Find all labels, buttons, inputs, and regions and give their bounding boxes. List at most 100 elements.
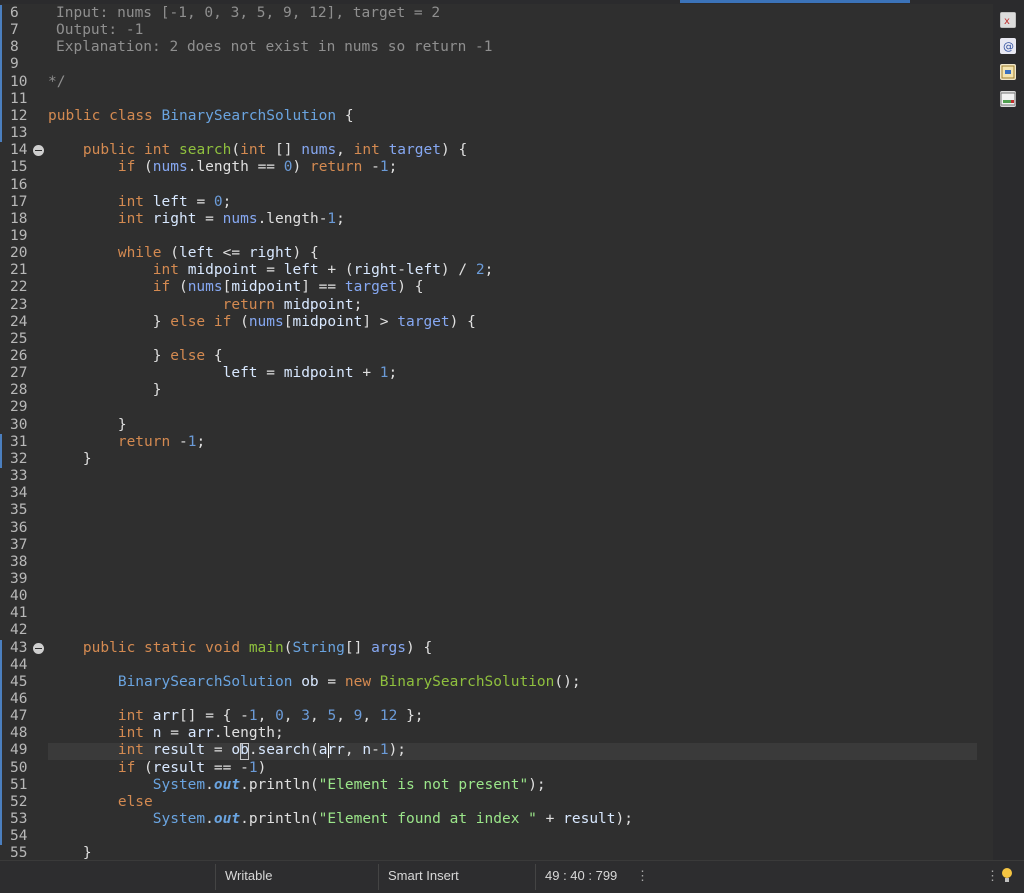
code-line[interactable]: 49 int result = ob.search(arr, n-1); [0, 742, 993, 759]
code-line[interactable]: 41 [0, 605, 993, 622]
code-line[interactable]: 43 public static void main(String[] args… [0, 640, 993, 657]
code-editor[interactable]: 6 Input: nums [-1, 0, 3, 5, 9, 12], targe… [0, 4, 993, 860]
code-line[interactable]: 52 else [0, 794, 993, 811]
line-number: 48 [10, 725, 28, 742]
change-indicator-bar [0, 5, 2, 143]
code-line[interactable]: 19 [0, 228, 993, 245]
status-menu-icon[interactable]: ⋮ [636, 868, 649, 884]
code-line[interactable]: 21 int midpoint = left + (right-left) / … [0, 262, 993, 279]
line-number: 21 [10, 262, 28, 279]
code-text: public static void main(String[] args) { [82, 639, 433, 656]
code-text: System.out.println("Element found at ind… [152, 811, 633, 828]
code-line[interactable]: 40 [0, 588, 993, 605]
code-line[interactable]: 50 if (result == -1) [0, 760, 993, 777]
code-line[interactable]: 32 } [0, 451, 993, 468]
line-number: 25 [10, 330, 28, 347]
line-number: 35 [10, 502, 28, 519]
code-line[interactable]: 46 [0, 691, 993, 708]
code-line[interactable]: 16 [0, 177, 993, 194]
code-line[interactable]: 13 [0, 125, 993, 142]
code-line[interactable]: 45 BinarySearchSolution ob = new BinaryS… [0, 674, 993, 691]
overflow-menu-icon[interactable]: ⋮ [986, 868, 999, 884]
code-line[interactable]: 23 return midpoint; [0, 297, 993, 314]
line-number: 47 [10, 708, 28, 725]
line-number: 31 [10, 433, 28, 450]
code-line[interactable]: 31 return -1; [0, 434, 993, 451]
code-line[interactable]: 9 [0, 56, 993, 73]
line-number: 10 [10, 73, 28, 90]
code-line[interactable]: 33 [0, 468, 993, 485]
error-marker-icon[interactable]: x [1000, 12, 1016, 28]
code-line[interactable]: 28 } [0, 382, 993, 399]
code-line[interactable]: 10 */ [0, 74, 993, 91]
code-line[interactable]: 24 } else if (nums[midpoint] > target) { [0, 314, 993, 331]
code-text: return -1; [117, 433, 206, 450]
status-divider [535, 864, 536, 890]
status-bar: Writable Smart Insert 49 : 40 : 799 ⋮ ⋮ [0, 860, 1024, 893]
declaration-icon[interactable] [1000, 64, 1016, 80]
code-text: int n = arr.length; [117, 725, 284, 742]
code-line[interactable]: 53 System.out.println("Element found at … [0, 811, 993, 828]
change-indicator-bar [0, 433, 2, 469]
console-icon[interactable] [1000, 91, 1016, 107]
line-number: 51 [10, 776, 28, 793]
line-number: 37 [10, 536, 28, 553]
code-line[interactable]: 42 [0, 622, 993, 639]
code-line[interactable]: 25 [0, 331, 993, 348]
code-line[interactable]: 29 [0, 399, 993, 416]
code-line[interactable]: 38 [0, 554, 993, 571]
line-number: 26 [10, 348, 28, 364]
line-number: 23 [10, 296, 28, 313]
code-text: } else { [152, 348, 223, 364]
code-line[interactable]: 39 [0, 571, 993, 588]
code-text: } else if (nums[midpoint] > target) { [152, 313, 476, 330]
code-line[interactable]: 18 int right = nums.length-1; [0, 211, 993, 228]
code-line[interactable]: 7 Output: -1 [0, 22, 993, 39]
code-text: while (left <= right) { [117, 245, 319, 262]
status-divider [378, 864, 379, 890]
code-line[interactable]: 26 } else { [0, 348, 993, 365]
code-line[interactable]: 6 Input: nums [-1, 0, 3, 5, 9, 12], targe… [0, 5, 993, 22]
code-line[interactable]: 48 int n = arr.length; [0, 725, 993, 742]
code-line[interactable]: 11 [0, 91, 993, 108]
code-line[interactable]: 36 [0, 520, 993, 537]
line-number: 27 [10, 365, 28, 382]
code-text: public int search(int [] nums, int targe… [82, 142, 468, 159]
code-line[interactable]: 17 int left = 0; [0, 194, 993, 211]
line-number: 40 [10, 588, 28, 605]
code-line[interactable]: 54 [0, 828, 993, 845]
tip-lightbulb-icon[interactable] [1000, 866, 1014, 887]
code-text: Input: nums [-1, 0, 3, 5, 9, 12], target… [56, 5, 441, 21]
code-line[interactable]: 20 while (left <= right) { [0, 245, 993, 262]
code-line[interactable]: 8 Explanation: 2 does not exist in nums s… [0, 39, 993, 56]
code-line[interactable]: 55 } [0, 845, 993, 860]
editor-tab-indicator [680, 0, 910, 3]
code-line[interactable]: 44 [0, 657, 993, 674]
code-line[interactable]: 15 if (nums.length == 0) return -1; [0, 159, 993, 176]
line-number: 8 [10, 39, 19, 56]
code-line[interactable]: 30 } [0, 417, 993, 434]
line-number: 44 [10, 656, 28, 673]
code-line[interactable]: 12 public class BinarySearchSolution { [0, 108, 993, 125]
line-number: 36 [10, 519, 28, 536]
change-indicator-bar [0, 639, 2, 846]
fold-toggle-icon[interactable] [33, 642, 44, 654]
code-line[interactable]: 14 public int search(int [] nums, int ta… [0, 142, 993, 159]
code-text: return midpoint; [222, 296, 363, 313]
code-line[interactable]: 35 [0, 502, 993, 519]
code-line[interactable]: 34 [0, 485, 993, 502]
status-divider [215, 864, 216, 890]
code-text: int arr[] = { -1, 0, 3, 5, 9, 12 }; [117, 708, 424, 725]
code-line[interactable]: 47 int arr[] = { -1, 0, 3, 5, 9, 12 }; [0, 708, 993, 725]
line-number: 30 [10, 416, 28, 433]
code-line[interactable]: 51 System.out.println("Element is not pr… [0, 777, 993, 794]
fold-toggle-icon[interactable] [33, 145, 44, 157]
code-text: } [82, 845, 92, 860]
line-number: 50 [10, 759, 28, 776]
code-line[interactable]: 37 [0, 537, 993, 554]
code-line[interactable]: 22 if (nums[midpoint] == target) { [0, 279, 993, 296]
code-text: left = midpoint + 1; [222, 365, 398, 382]
line-number: 7 [10, 22, 19, 39]
code-line[interactable]: 27 left = midpoint + 1; [0, 365, 993, 382]
javadoc-icon[interactable]: @ [1000, 38, 1016, 54]
